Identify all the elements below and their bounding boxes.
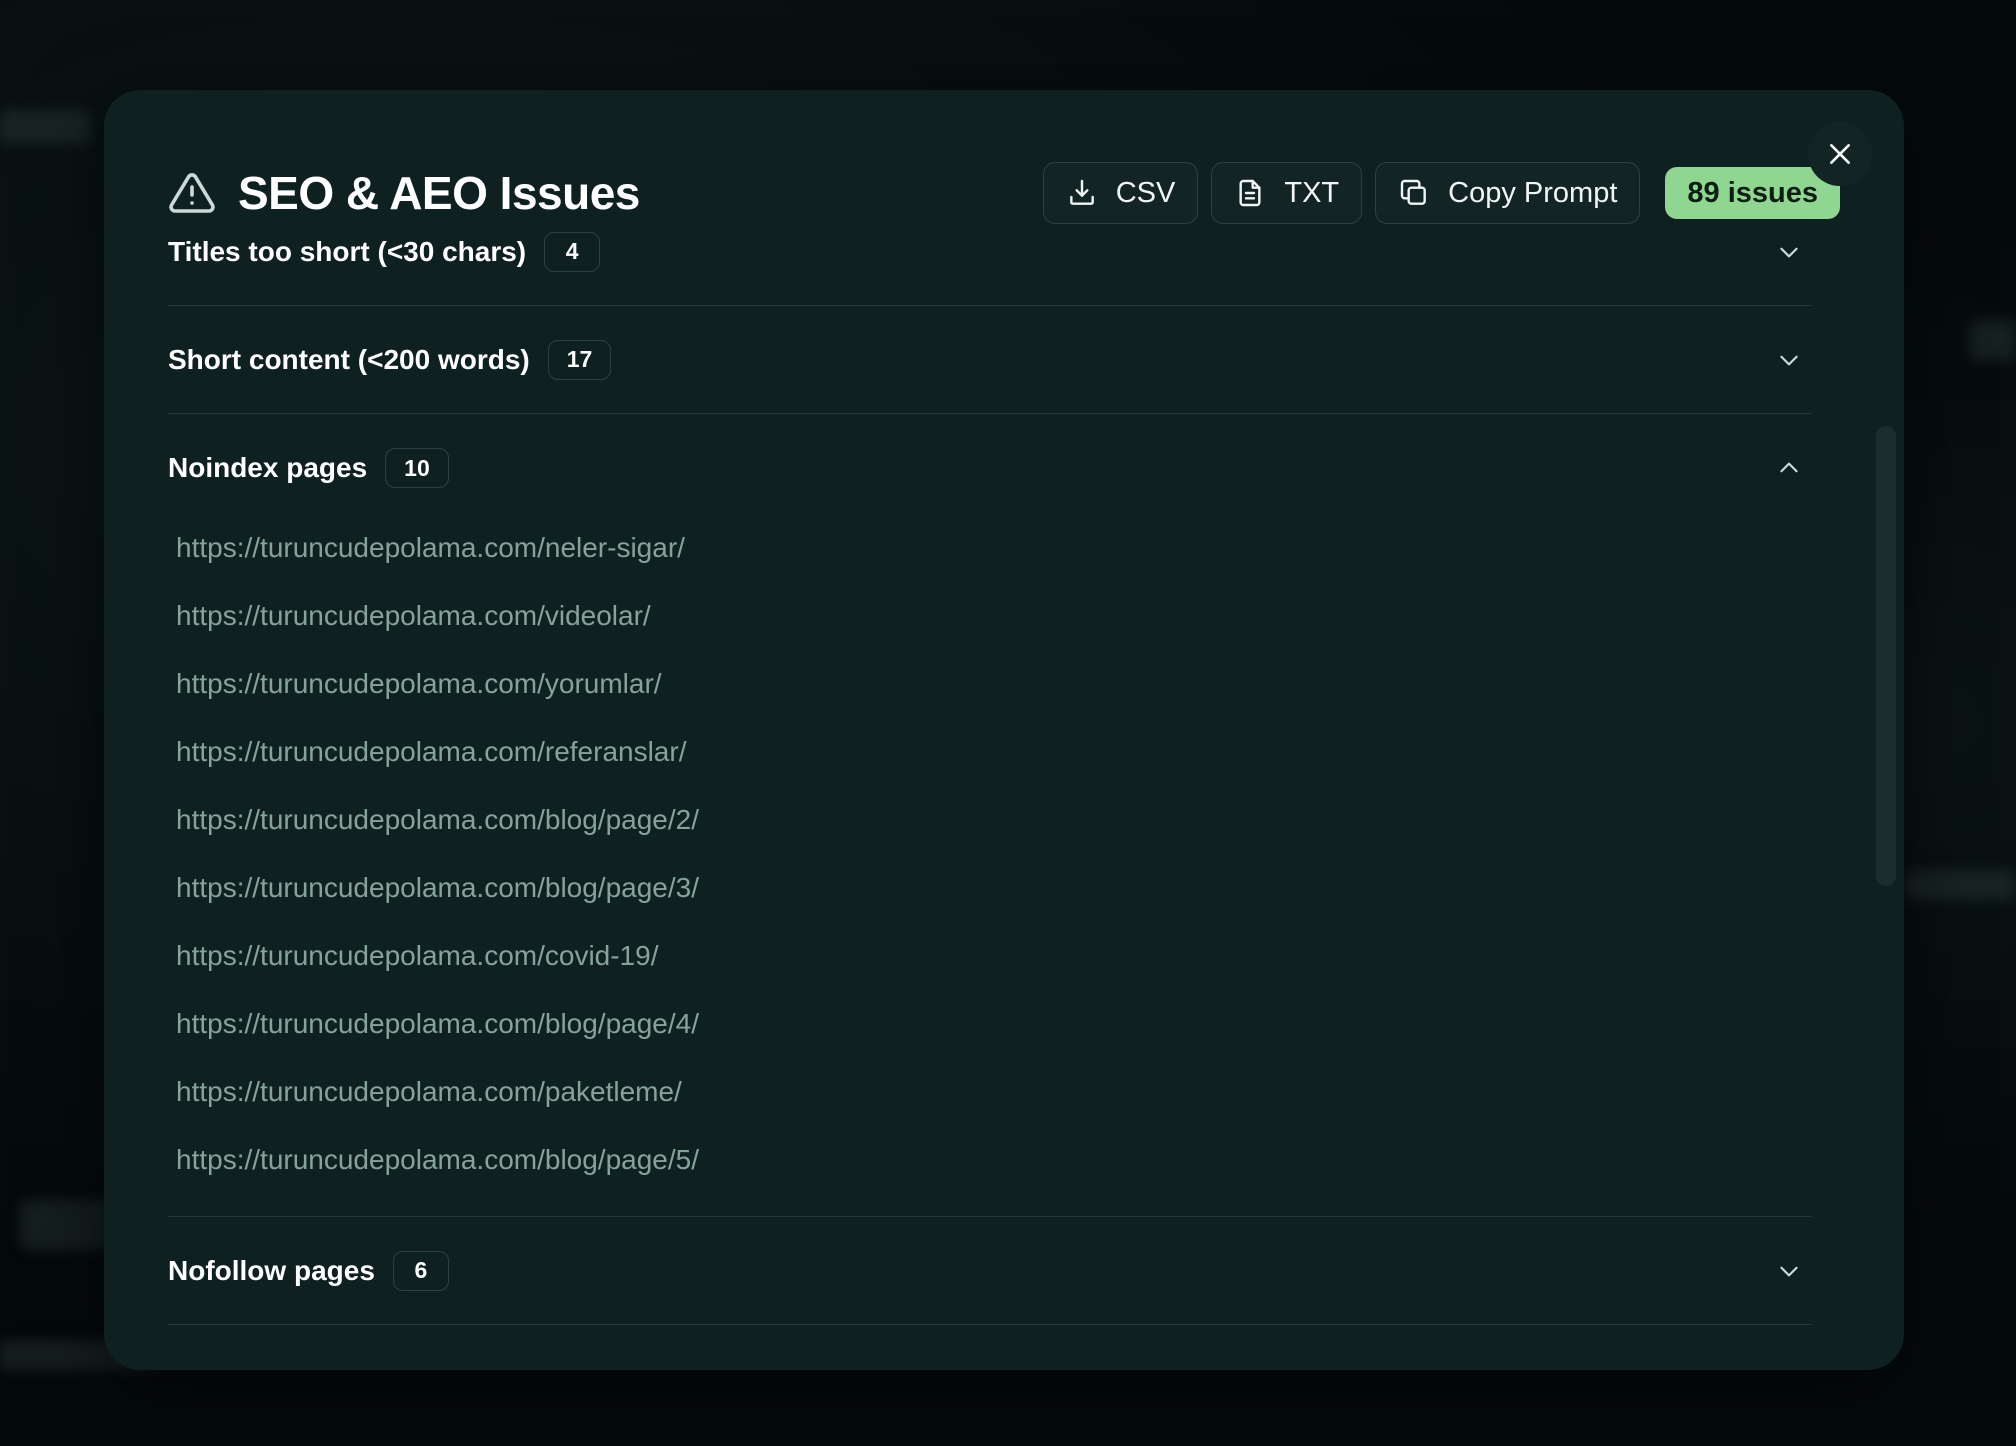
list-item[interactable]: https://turuncudepolama.com/videolar/ (176, 582, 1812, 650)
list-item[interactable]: https://turuncudepolama.com/blog/page/5/ (176, 1126, 1812, 1194)
section-label: Titles too short (<30 chars) (168, 235, 527, 267)
section-count-badge: 10 (385, 448, 449, 488)
list-item[interactable]: https://turuncudepolama.com/neler-sigar/ (176, 514, 1812, 582)
list-item[interactable]: https://turuncudepolama.com/covid-19/ (176, 922, 1812, 990)
section-titles-too-short[interactable]: Titles too short (<30 chars) 4 (168, 198, 1812, 306)
list-item[interactable]: https://turuncudepolama.com/paketleme/ (176, 1058, 1812, 1126)
section-count-badge: 6 (392, 1250, 449, 1291)
list-item[interactable]: https://turuncudepolama.com/yorumlar/ (176, 650, 1812, 718)
scrollbar-thumb[interactable] (1876, 426, 1896, 886)
chevron-down-icon (1780, 1266, 1798, 1276)
section-label: Noindex pages (168, 452, 368, 483)
section-count-badge: 4 (544, 231, 601, 272)
chevron-down-icon (1780, 247, 1798, 257)
list-item[interactable]: https://turuncudepolama.com/blog/page/2/ (176, 786, 1812, 854)
close-button[interactable] (1808, 122, 1872, 186)
chevron-up-icon (1780, 462, 1798, 473)
list-item[interactable]: https://turuncudepolama.com/blog/page/3/ (176, 854, 1812, 922)
section-label: Short content (<200 words) (168, 343, 530, 375)
section-short-content[interactable]: Short content (<200 words) 17 (168, 306, 1812, 414)
section-noindex-pages[interactable]: Noindex pages 10 (168, 414, 1812, 522)
list-item[interactable]: https://turuncudepolama.com/blog/page/4/ (176, 990, 1812, 1058)
section-nofollow-pages[interactable]: Nofollow pages 6 (168, 1217, 1812, 1325)
issues-modal: SEO & AEO Issues CSV TXT Copy Prompt 89 … (104, 90, 1904, 1370)
close-icon (1830, 144, 1850, 164)
section-label: Nofollow pages (168, 1254, 375, 1286)
noindex-url-list: https://turuncudepolama.com/neler-sigar/… (168, 514, 1812, 1217)
issue-sections: Titles too short (<30 chars) 4 Short con… (168, 228, 1812, 1325)
chevron-down-icon (1780, 355, 1798, 365)
section-count-badge: 17 (547, 339, 612, 380)
list-item[interactable]: https://turuncudepolama.com/referanslar/ (176, 718, 1812, 786)
